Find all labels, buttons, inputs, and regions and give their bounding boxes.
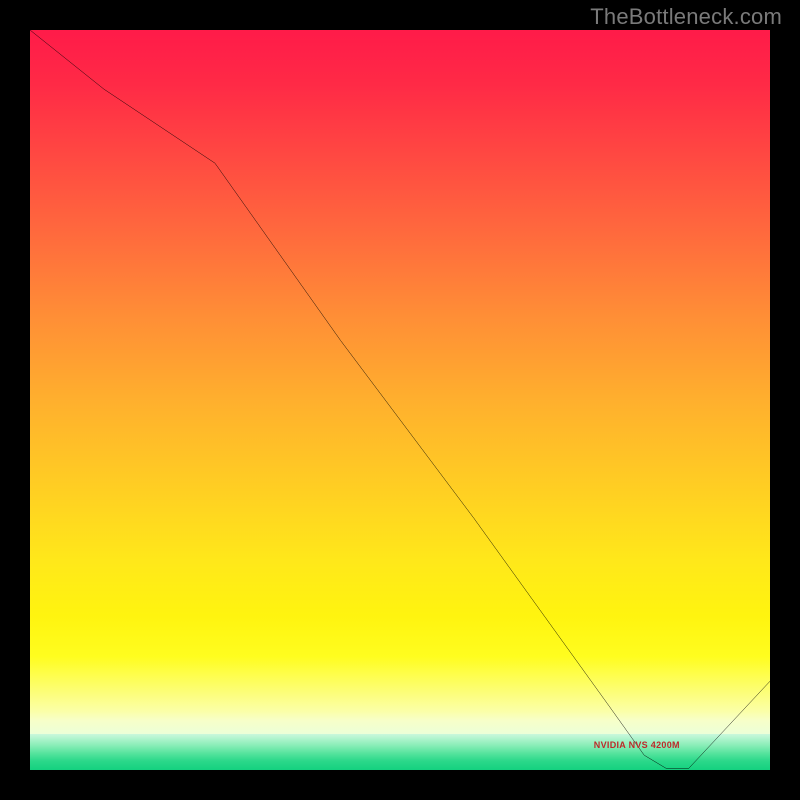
bottleneck-curve-path [30,30,770,769]
series-label: NVIDIA NVS 4200M [594,740,680,750]
chart-frame: TheBottleneck.com NVIDIA NVS 4200M [0,0,800,800]
line-series [30,30,770,770]
watermark-text: TheBottleneck.com [590,4,782,30]
plot-area: NVIDIA NVS 4200M [30,30,770,770]
